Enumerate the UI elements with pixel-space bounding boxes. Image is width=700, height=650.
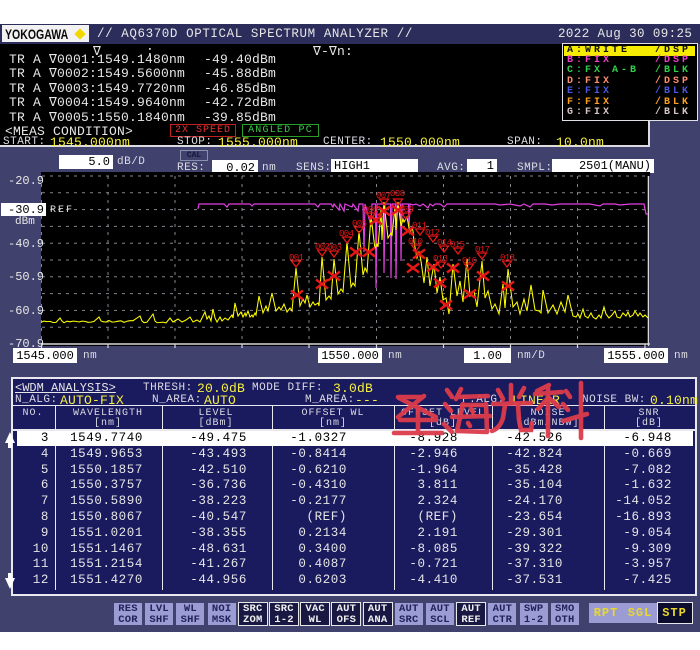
svg-text:REF: REF xyxy=(50,205,74,216)
svg-text:009: 009 xyxy=(399,205,414,215)
svg-text:012: 012 xyxy=(425,228,440,238)
svg-text:010: 010 xyxy=(408,237,423,247)
svg-text:016: 016 xyxy=(462,256,477,266)
svg-text:007: 007 xyxy=(376,191,391,201)
svg-text:006: 006 xyxy=(363,205,378,215)
svg-text:003: 003 xyxy=(327,243,342,253)
svg-text:017: 017 xyxy=(475,245,490,255)
svg-text:013: 013 xyxy=(433,254,448,264)
svg-text:001: 001 xyxy=(289,253,304,263)
svg-text:005: 005 xyxy=(352,219,367,229)
svg-text:004: 004 xyxy=(339,229,354,239)
svg-text:018: 018 xyxy=(500,253,515,263)
svg-text:015: 015 xyxy=(450,240,465,250)
svg-text:008: 008 xyxy=(390,189,405,199)
